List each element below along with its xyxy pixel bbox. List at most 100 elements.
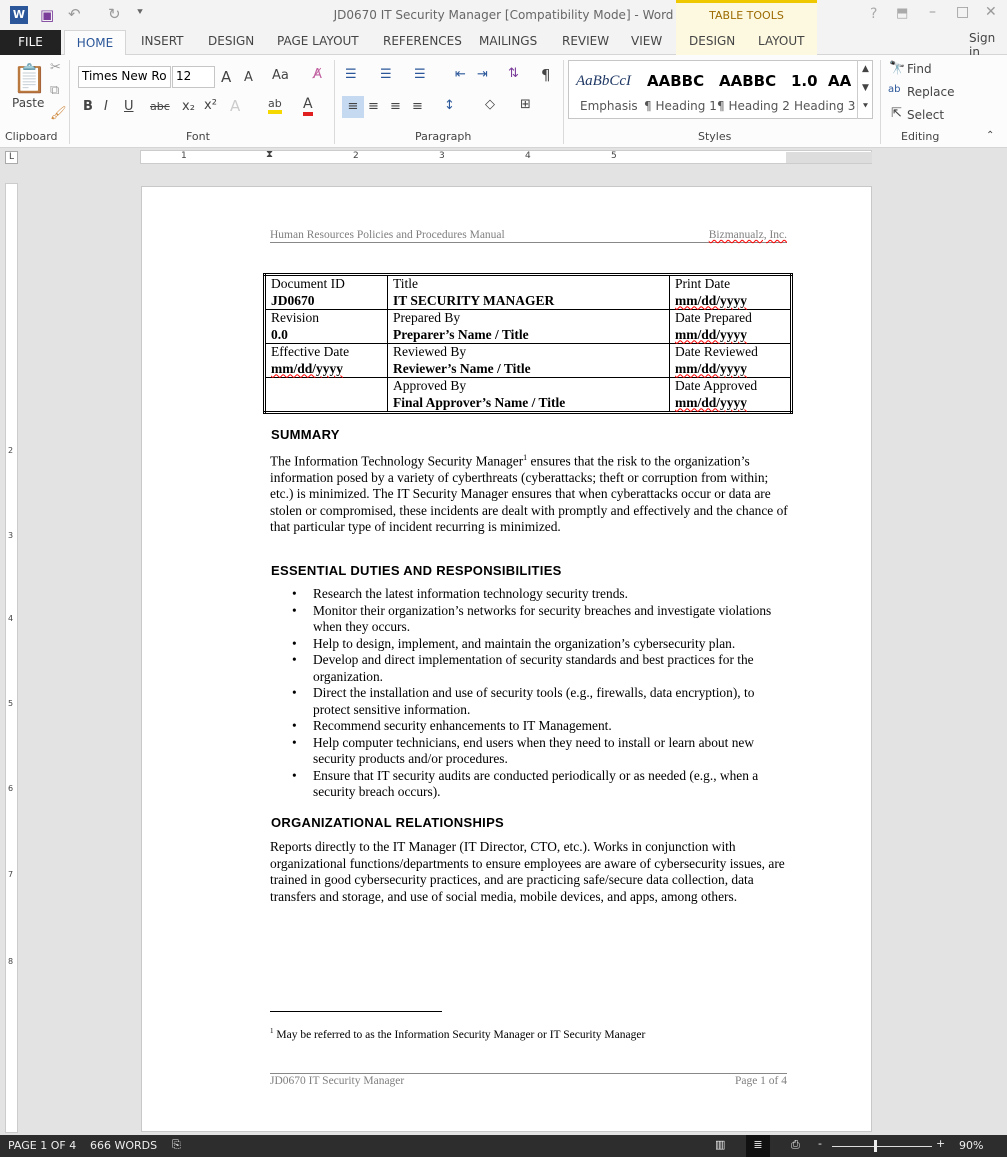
help-icon[interactable]: ?: [870, 6, 877, 22]
cell-value: mm/dd/yyyy: [675, 326, 748, 342]
table-cell[interactable]: Title IT SECURITY MANAGER: [387, 274, 670, 310]
find-button[interactable]: Find: [907, 62, 932, 76]
table-cell[interactable]: Reviewed By Reviewer’s Name / Title: [387, 343, 670, 378]
font-size-input[interactable]: 12: [172, 66, 215, 88]
align-right-button[interactable]: ≡: [390, 99, 401, 114]
page-count[interactable]: PAGE 1 OF 4: [8, 1139, 76, 1152]
paste-icon[interactable]: 📋: [12, 62, 47, 95]
word-count[interactable]: 666 WORDS: [90, 1139, 157, 1152]
style-heading2[interactable]: ¶ Heading 2: [717, 99, 790, 113]
cell-value: Final Approver’s Name / Title: [393, 394, 566, 410]
divider: [563, 60, 564, 144]
italic-button[interactable]: I: [104, 99, 108, 114]
table-cell[interactable]: Date Prepared mm/dd/yyyy: [669, 309, 792, 344]
zoom-in-button[interactable]: +: [936, 1137, 945, 1150]
show-formatting-button[interactable]: ¶: [541, 66, 551, 84]
borders-icon[interactable]: ⊞: [520, 97, 531, 112]
vertical-ruler[interactable]: 2 3 4 5 6 7 8: [5, 183, 18, 1133]
tab-mailings[interactable]: MAILINGS: [479, 34, 537, 48]
table-cell[interactable]: Date Reviewed mm/dd/yyyy: [669, 343, 792, 378]
style-heading3-preview[interactable]: 1.0 AAE: [791, 72, 851, 90]
tab-references[interactable]: REFERENCES: [383, 34, 462, 48]
table-cell[interactable]: Revision 0.0: [264, 309, 388, 344]
table-cell[interactable]: Print Date mm/dd/yyyy: [669, 274, 792, 310]
minimize-button[interactable]: –: [929, 4, 936, 20]
style-heading2-preview[interactable]: AABBC: [719, 72, 776, 90]
tab-view[interactable]: VIEW: [631, 34, 662, 48]
format-painter-icon[interactable]: 🖌: [50, 106, 67, 121]
shrink-font-icon[interactable]: A: [244, 70, 253, 85]
zoom-out-button[interactable]: -: [818, 1137, 822, 1150]
zoom-level[interactable]: 90%: [959, 1139, 983, 1152]
styles-scrollbar[interactable]: ▲ ▼ ⯆: [857, 60, 873, 119]
style-heading3[interactable]: Heading 3: [794, 99, 855, 113]
close-button[interactable]: ✕: [985, 4, 997, 20]
line-spacing-icon[interactable]: ↕: [444, 98, 455, 113]
shading-icon[interactable]: ◇: [485, 97, 495, 112]
subscript-button[interactable]: x₂: [182, 99, 195, 114]
superscript-button[interactable]: x²: [204, 98, 217, 113]
print-layout-icon[interactable]: ≣: [746, 1135, 770, 1157]
table-cell[interactable]: [264, 377, 388, 413]
strikethrough-button[interactable]: abc: [150, 100, 170, 113]
select-button[interactable]: Select: [907, 108, 944, 122]
sort-icon[interactable]: ⇅: [508, 66, 519, 81]
ribbon-display-icon[interactable]: ⬒: [896, 6, 908, 21]
tab-table-design[interactable]: DESIGN: [689, 34, 735, 48]
zoom-slider-thumb[interactable]: [874, 1140, 877, 1152]
increase-indent-icon[interactable]: ⇥: [477, 67, 488, 82]
read-mode-icon[interactable]: ▥: [715, 1138, 725, 1151]
font-color-button[interactable]: A: [303, 96, 313, 116]
underline-button[interactable]: U: [124, 99, 134, 114]
paste-button[interactable]: Paste: [12, 96, 44, 110]
highlight-button[interactable]: ab: [268, 97, 282, 114]
maximize-button[interactable]: □: [956, 4, 969, 20]
status-bar: PAGE 1 OF 4 666 WORDS ⎘ ▥ ≣ ⎙ - + 90%: [0, 1135, 1007, 1157]
style-emphasis[interactable]: Emphasis: [580, 99, 638, 113]
footer-right: Page 1 of 4: [734, 1075, 787, 1087]
style-emphasis-preview[interactable]: AaBbCcI: [576, 73, 631, 90]
indent-marker-icon[interactable]: ⧗: [266, 149, 273, 160]
clear-formatting-icon[interactable]: A̸: [313, 67, 322, 82]
proofing-icon[interactable]: ⎘: [172, 1138, 181, 1152]
decrease-indent-icon[interactable]: ⇤: [455, 67, 466, 82]
table-cell[interactable]: Approved By Final Approver’s Name / Title: [387, 377, 670, 413]
align-center-button[interactable]: ≡: [368, 99, 379, 114]
align-left-button[interactable]: ≡: [342, 96, 364, 118]
cell-label: Document ID: [271, 276, 345, 291]
tab-review[interactable]: REVIEW: [562, 34, 609, 48]
grow-font-icon[interactable]: A: [221, 68, 231, 86]
replace-button[interactable]: Replace: [907, 85, 954, 99]
document-page[interactable]: Human Resources Policies and Procedures …: [141, 186, 872, 1132]
tab-insert[interactable]: INSERT: [141, 34, 184, 48]
change-case-button[interactable]: Aa: [272, 68, 289, 83]
table-cell[interactable]: Document ID JD0670: [264, 274, 388, 310]
bullets-icon[interactable]: ☰: [345, 67, 357, 82]
cell-label: Approved By: [393, 378, 467, 393]
justify-button[interactable]: ≡: [412, 99, 423, 114]
table-cell[interactable]: Date Approved mm/dd/yyyy: [669, 377, 792, 413]
bold-button[interactable]: B: [83, 99, 93, 114]
tab-table-layout[interactable]: LAYOUT: [758, 34, 804, 48]
web-layout-icon[interactable]: ⎙: [791, 1138, 800, 1152]
text-effects-button[interactable]: A: [230, 97, 240, 115]
tab-design[interactable]: DESIGN: [208, 34, 254, 48]
ruler-number: 1: [181, 151, 187, 161]
horizontal-ruler[interactable]: 1 ⧗ 2 3 4 5: [140, 149, 872, 164]
copy-icon[interactable]: ⧉: [50, 83, 59, 98]
style-heading1[interactable]: ¶ Heading 1: [644, 99, 717, 113]
multilevel-list-icon[interactable]: ☰: [414, 67, 426, 82]
font-name-input[interactable]: Times New Ro: [78, 66, 171, 88]
tab-home[interactable]: HOME: [64, 30, 126, 56]
cut-icon[interactable]: ✂: [50, 60, 61, 75]
tab-selector[interactable]: L: [5, 151, 18, 164]
table-cell[interactable]: Effective Date mm/dd/yyyy: [264, 343, 388, 378]
tab-page-layout[interactable]: PAGE LAYOUT: [277, 34, 359, 48]
tab-file[interactable]: FILE: [0, 30, 61, 55]
summary-text: The Information Technology Security Mana…: [270, 453, 524, 469]
table-cell[interactable]: Prepared By Preparer’s Name / Title: [387, 309, 670, 344]
zoom-slider[interactable]: [832, 1146, 932, 1147]
collapse-ribbon-icon[interactable]: ⌃: [986, 130, 994, 141]
style-heading1-preview[interactable]: AABBC: [647, 72, 704, 90]
numbering-icon[interactable]: ☰: [380, 67, 392, 82]
